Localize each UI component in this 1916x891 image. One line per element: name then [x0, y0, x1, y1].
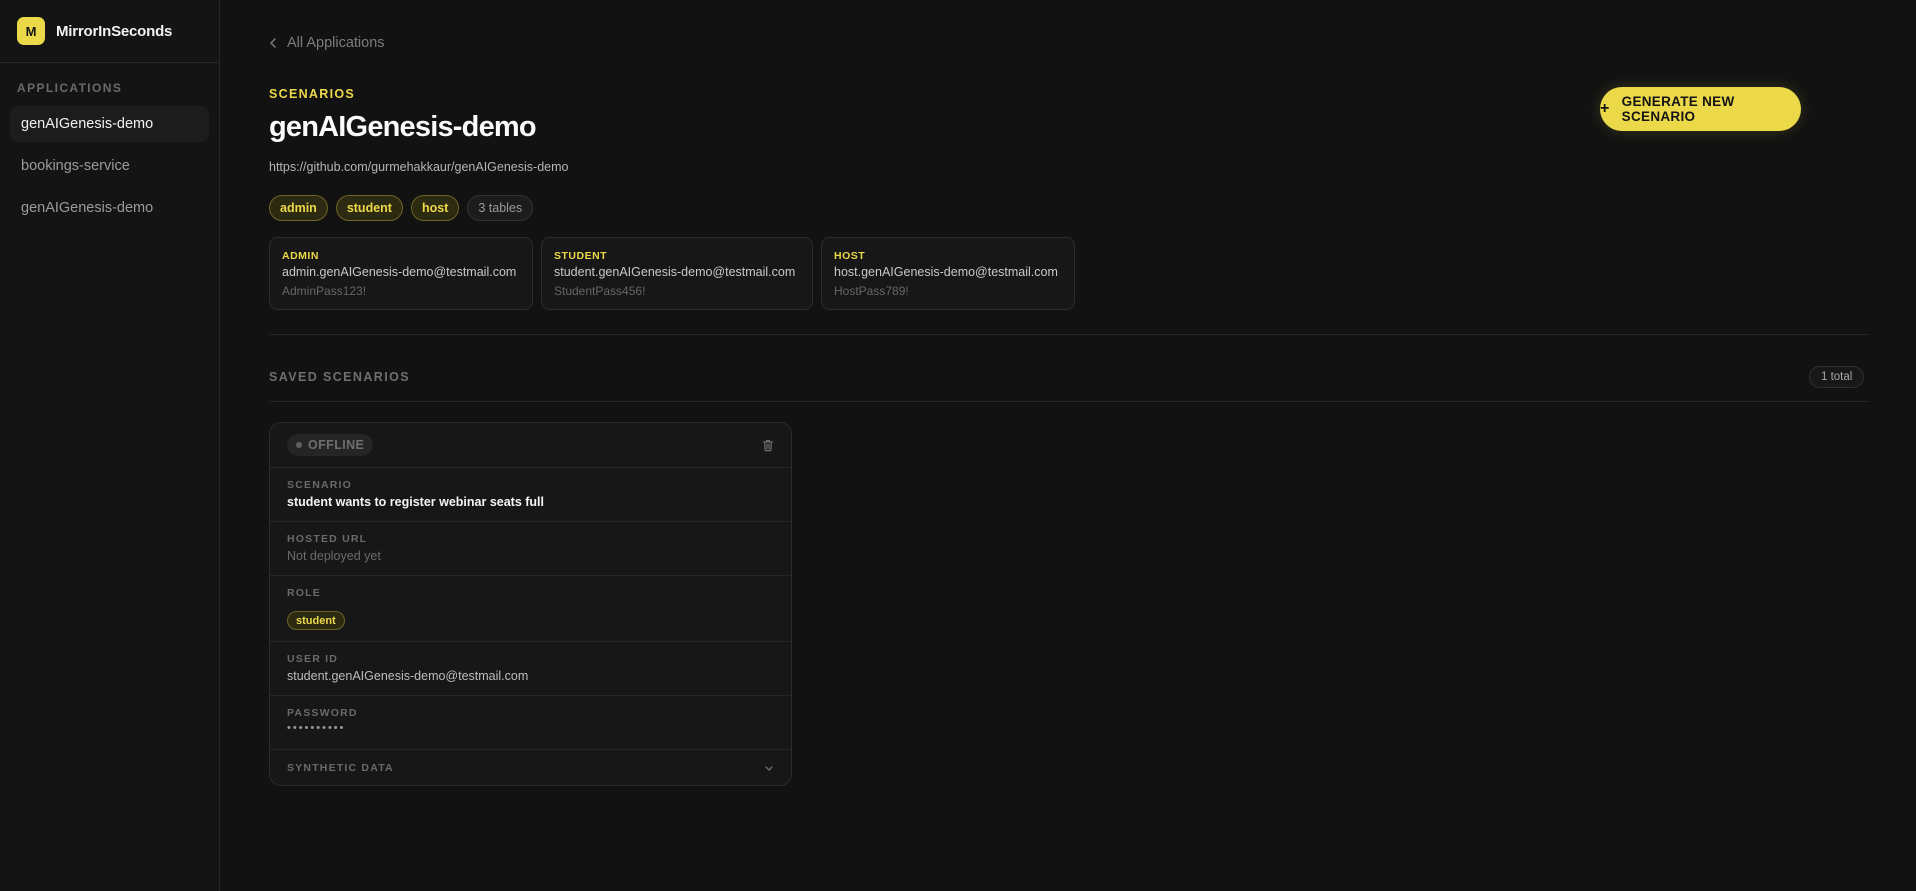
hosted-url-value: Not deployed yet [287, 549, 381, 563]
scenario-card-header: OFFLINE [270, 423, 791, 468]
credential-role: ADMIN [282, 250, 319, 262]
synthetic-data-toggle[interactable]: SYNTHETIC DATA [270, 750, 791, 785]
status-badge: OFFLINE [287, 434, 374, 456]
section-divider [269, 401, 1869, 402]
brand-name: MirrorInSeconds [56, 22, 173, 40]
brand[interactable]: M MirrorInSeconds [0, 0, 219, 63]
trash-icon[interactable] [762, 439, 774, 452]
credential-cards: ADMIN admin.genAIGenesis-demo@testmail.c… [269, 237, 1075, 310]
chevron-left-icon [270, 38, 276, 48]
section-divider [269, 334, 1869, 335]
plus-icon: + [1600, 100, 1610, 117]
status-dot-icon [296, 442, 302, 448]
tables-count-badge: 3 tables [467, 195, 534, 221]
row-label: PASSWORD [287, 707, 358, 719]
sidebar-item-bookings-service[interactable]: bookings-service [10, 148, 209, 184]
chevron-down-icon [765, 765, 773, 771]
row-label: ROLE [287, 587, 321, 599]
scenario-row: SCENARIO student wants to register webin… [270, 468, 791, 522]
credential-role: HOST [834, 250, 866, 262]
generate-scenario-button[interactable]: + GENERATE NEW SCENARIO [1600, 87, 1801, 131]
credential-card-host: HOST host.genAIGenesis-demo@testmail.com… [821, 237, 1075, 310]
credential-password: AdminPass123! [282, 284, 367, 298]
sidebar-nav: genAIGenesis-demo bookings-service genAI… [0, 95, 219, 226]
credential-card-admin: ADMIN admin.genAIGenesis-demo@testmail.c… [269, 237, 533, 310]
generate-scenario-label: GENERATE NEW SCENARIO [1621, 94, 1735, 124]
saved-scenarios-heading: SAVED SCENARIOS [269, 370, 410, 384]
back-link-label: All Applications [287, 35, 385, 51]
sidebar-section-label: APPLICATIONS [17, 81, 123, 95]
sidebar-item-genaigenesis-demo-2[interactable]: genAIGenesis-demo [10, 190, 209, 226]
password-value: •••••••••• [287, 722, 346, 734]
scenario-value: student wants to register webinar seats … [287, 495, 545, 509]
credential-card-student: STUDENT student.genAIGenesis-demo@testma… [541, 237, 813, 310]
total-count-badge: 1 total [1809, 366, 1865, 388]
page-title: genAIGenesis-demo [269, 111, 537, 143]
role-badge: student [287, 611, 345, 630]
credential-password: StudentPass456! [554, 284, 646, 298]
role-tags: admin student host 3 tables [269, 195, 534, 221]
credential-email: student.genAIGenesis-demo@testmail.com [554, 265, 796, 279]
row-label: USER ID [287, 653, 338, 665]
tag-student: student [335, 195, 403, 221]
tag-admin: admin [269, 195, 328, 221]
row-label: SCENARIO [287, 479, 353, 491]
brand-logo: M [17, 17, 45, 45]
synthetic-data-label: SYNTHETIC DATA [287, 762, 394, 774]
credential-email: host.genAIGenesis-demo@testmail.com [834, 265, 1058, 279]
row-label: HOSTED URL [287, 533, 368, 545]
sidebar: M MirrorInSeconds APPLICATIONS genAIGene… [0, 0, 220, 891]
credential-role: STUDENT [554, 250, 608, 262]
user-id-value: student.genAIGenesis-demo@testmail.com [287, 669, 529, 683]
sidebar-item-genaigenesis-demo[interactable]: genAIGenesis-demo [10, 106, 209, 142]
hosted-url-row: HOSTED URL Not deployed yet [270, 522, 791, 576]
status-label: OFFLINE [308, 438, 365, 452]
user-id-row: USER ID student.genAIGenesis-demo@testma… [270, 642, 791, 696]
credential-password: HostPass789! [834, 284, 909, 298]
scenario-card[interactable]: OFFLINE SCENARIO student wants to regist… [269, 422, 792, 786]
page-eyebrow: SCENARIOS [269, 87, 356, 101]
password-row: PASSWORD •••••••••• [270, 696, 791, 750]
credential-email: admin.genAIGenesis-demo@testmail.com [282, 265, 517, 279]
back-link[interactable]: All Applications [269, 35, 385, 51]
tag-host: host [410, 195, 460, 221]
role-row: ROLE student [270, 576, 791, 642]
repo-url[interactable]: https://github.com/gurmehakkaur/genAIGen… [269, 160, 568, 174]
